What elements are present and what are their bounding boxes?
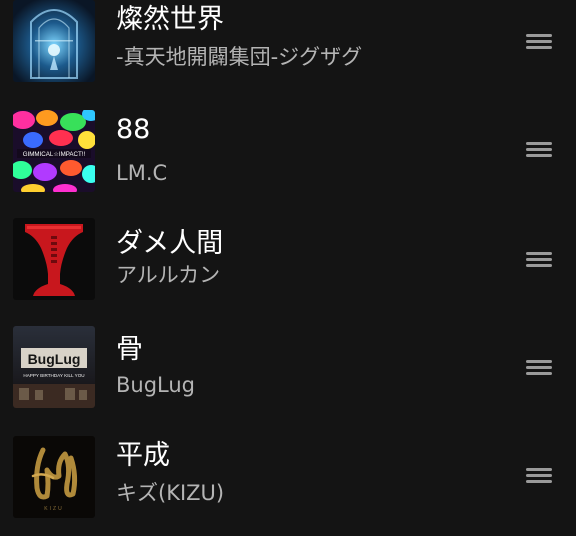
drag-handle-icon[interactable]	[524, 140, 554, 160]
song-artist: キズ(KIZU)	[116, 481, 225, 505]
album-art: BugLug HAPPY BIRTHDAY KILL YOU	[13, 326, 95, 408]
album-art-red-chalice-icon	[13, 218, 95, 300]
queue-item[interactable]: ダメ人間 アルルカン	[0, 218, 576, 322]
song-artist: LM.C	[116, 161, 168, 185]
queue-item[interactable]: KIZU 平成 キズ(KIZU)	[0, 436, 576, 536]
album-art-gold-calligraphy-icon: KIZU	[13, 436, 95, 518]
song-title: 骨	[116, 334, 143, 365]
drag-handle-icon[interactable]	[524, 466, 554, 486]
song-artist: -真天地開闢集団-ジグザグ	[116, 45, 363, 69]
album-art: KIZU	[13, 436, 95, 518]
song-artist: BugLug	[116, 373, 196, 397]
queue-item[interactable]: 燦然世界 -真天地開闢集団-ジグザグ	[0, 0, 576, 104]
drag-handle-icon[interactable]	[524, 358, 554, 378]
song-title: 燦然世界	[116, 4, 224, 35]
queue-list: 燦然世界 -真天地開闢集団-ジグザグ GIMMICAL☆IMPACT!! 88 …	[0, 0, 576, 536]
album-art: GIMMICAL☆IMPACT!!	[13, 110, 95, 192]
album-art-caption: KIZU	[44, 506, 63, 512]
album-art-subtitle: HAPPY BIRTHDAY KILL YOU	[23, 373, 84, 378]
album-art-logo-text: BugLug	[28, 351, 81, 367]
queue-item[interactable]: GIMMICAL☆IMPACT!! 88 LM.C	[0, 108, 576, 212]
drag-handle-icon[interactable]	[524, 250, 554, 270]
drag-handle-icon[interactable]	[524, 32, 554, 52]
album-art	[13, 218, 95, 300]
queue-item[interactable]: BugLug HAPPY BIRTHDAY KILL YOU 骨 BugLug	[0, 326, 576, 430]
album-art-stage-logo-icon: BugLug HAPPY BIRTHDAY KILL YOU	[13, 326, 95, 408]
song-title: 平成	[116, 440, 170, 471]
song-artist: アルルカン	[116, 263, 221, 287]
album-art-blue-temple-icon	[13, 0, 95, 82]
album-art-rainbow-leopard-icon: GIMMICAL☆IMPACT!!	[13, 110, 95, 192]
song-title: ダメ人間	[116, 228, 224, 259]
album-art-caption: GIMMICAL☆IMPACT!!	[23, 151, 86, 158]
song-title: 88	[116, 114, 151, 145]
album-art	[13, 0, 95, 82]
